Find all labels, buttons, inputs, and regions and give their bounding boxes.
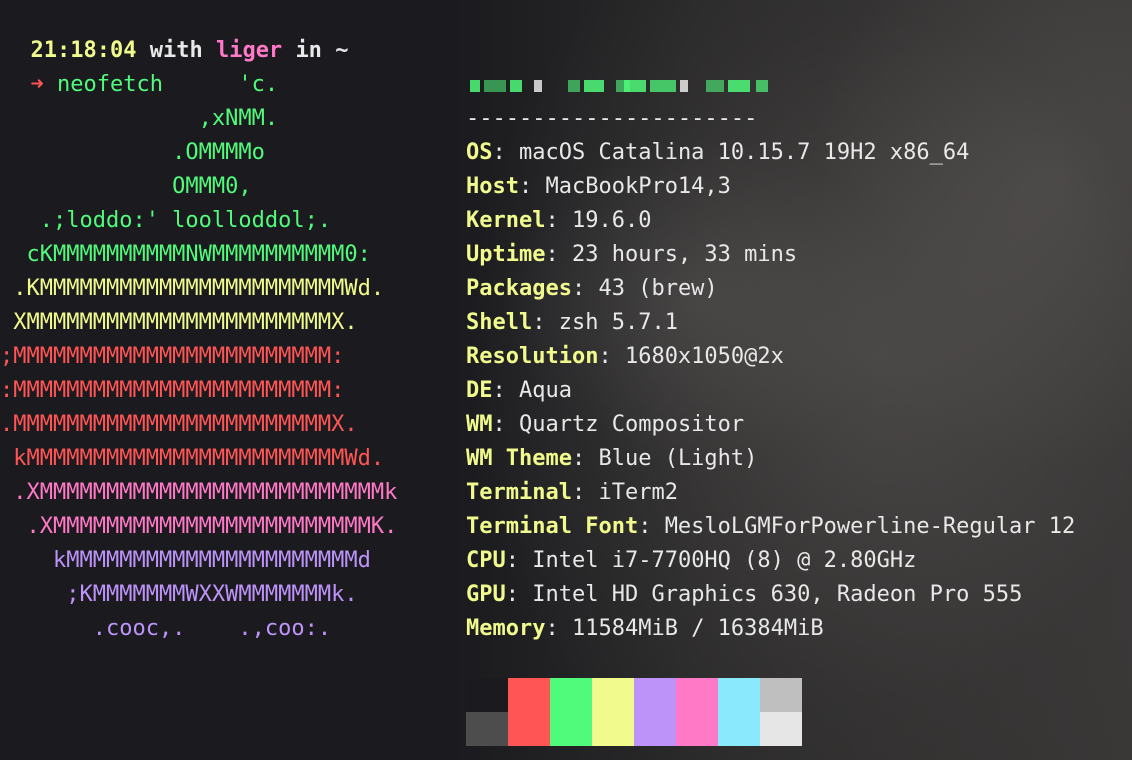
info-colon: : [532,310,559,335]
info-row: CPU: Intel i7-7700HQ (8) @ 2.80GHz [466,544,916,578]
info-key: WM Theme [466,446,572,471]
logo-line: kMMMMMMMMMMMMMMMMMMMMMMd [0,548,371,573]
info-key: Memory [466,616,546,641]
info-colon: : [545,616,572,641]
info-value: Intel HD Graphics 630, Radeon Pro 555 [532,582,1023,607]
color-swatch [760,712,802,746]
color-swatch [550,712,592,746]
logo-line: .OMMMMo [0,140,265,165]
info-row: GPU: Intel HD Graphics 630, Radeon Pro 5… [466,578,1022,612]
prompt-directory: ~ [335,38,349,63]
info-row: Terminal Font: MesloLGMForPowerline-Regu… [466,510,1075,544]
info-value: iTerm2 [598,480,678,505]
info-key: Resolution [466,344,599,369]
info-key: Kernel [466,208,546,233]
color-swatch [508,712,550,746]
info-row: Memory: 11584MiB / 16384MiB [466,612,824,646]
info-value: Intel i7-7700HQ (8) @ 2.80GHz [532,548,917,573]
color-swatch [550,678,592,712]
info-row: WM: Quartz Compositor [466,408,744,442]
info-colon: : [571,446,599,471]
info-row: Host: MacBookPro14,3 [466,170,731,204]
color-swatch [592,678,634,712]
color-palette [466,678,802,746]
info-colon: : [545,208,572,233]
color-swatch [718,678,760,712]
info-key: Uptime [466,242,546,267]
info-key: Terminal [466,480,572,505]
info-colon: : [492,378,519,403]
color-swatch [634,712,676,746]
info-value: zsh 5.7.1 [558,310,678,335]
info-key: Terminal Font [466,514,639,539]
info-key: GPU [466,582,506,607]
info-value: macOS Catalina 10.15.7 19H2 x86_64 [519,140,970,165]
info-value: 19.6.0 [571,208,652,233]
info-value: 1680x1050@2x [624,344,784,369]
info-colon: : [505,582,533,607]
logo-line: ;KMMMMMMMWXXWMMMMMMMk. [0,582,358,607]
logo-line: .KMMMMMMMMMMMMMMMMMMMMMMMWd. [0,276,385,301]
info-row: Terminal: iTerm2 [466,476,678,510]
color-swatch [466,678,508,712]
info-key: Packages [466,276,572,301]
info-colon: : [638,514,665,539]
info-row: Resolution: 1680x1050@2x [466,340,784,374]
info-row: WM Theme: Blue (Light) [466,442,757,476]
info-value: 11584MiB / 16384MiB [571,616,824,641]
info-colon: : [545,242,572,267]
info-row: Shell: zsh 5.7.1 [466,306,678,340]
info-value: Blue (Light) [598,446,758,471]
logo-line: .XMMMMMMMMMMMMMMMMMMMMMMMMMMk [0,480,398,505]
info-key: Shell [466,310,533,335]
color-swatch [508,678,550,712]
color-swatch [634,678,676,712]
logo-line: .MMMMMMMMMMMMMMMMMMMMMMMMX. [0,412,358,437]
info-colon: : [518,174,546,199]
info-value: 43 (brew) [598,276,718,301]
logo-line: OMMM0, [0,174,252,199]
color-swatch [676,712,718,746]
color-swatch [676,678,718,712]
info-value: MacBookPro14,3 [545,174,731,199]
redacted-user-host [466,76,776,96]
info-row: OS: macOS Catalina 10.15.7 19H2 x86_64 [466,136,969,170]
logo-line: XMMMMMMMMMMMMMMMMMMMMMMMX. [0,310,358,335]
info-colon: : [492,140,519,165]
color-swatch [466,712,508,746]
prompt-user: liger [215,38,283,63]
info-colon: : [492,412,519,437]
logo-line: cKMMMMMMMMMMNWMMMMMMMMMM0: [0,242,371,267]
logo-line: .XMMMMMMMMMMMMMMMMMMMMMMMMK. [0,514,398,539]
info-key: DE [466,378,493,403]
info-key: Host [466,174,519,199]
info-key: WM [466,412,493,437]
logo-line: kMMMMMMMMMMMMMMMMMMMMMMMMWd. [0,446,385,471]
info-colon: : [598,344,625,369]
info-key: OS [466,140,493,165]
info-colon: : [571,276,599,301]
info-separator: ---------------------- [466,106,758,131]
logo-line: .;loddo:' loolloddol;. [0,208,332,233]
info-row: DE: Aqua [466,374,572,408]
logo-line: ,xNMM. [0,106,279,131]
logo-line: .cooc,. .,coo:. [0,616,332,641]
logo-line: 'c. [0,72,279,97]
info-value: 23 hours, 33 mins [571,242,798,267]
info-row: Uptime: 23 hours, 33 mins [466,238,797,272]
info-value: Quartz Compositor [519,412,745,437]
color-swatch [718,712,760,746]
info-key: CPU [466,548,506,573]
info-value: MesloLGMForPowerline-Regular 12 [664,514,1076,539]
color-swatch [760,678,802,712]
info-row: Packages: 43 (brew) [466,272,718,306]
logo-line: ;MMMMMMMMMMMMMMMMMMMMMMMM: [0,344,345,369]
logo-line: :MMMMMMMMMMMMMMMMMMMMMMMM: [0,378,345,403]
color-swatch [592,712,634,746]
info-value: Aqua [519,378,572,403]
info-row: Kernel: 19.6.0 [466,204,651,238]
prompt-in: in [295,38,322,63]
info-colon: : [571,480,599,505]
info-colon: : [505,548,533,573]
